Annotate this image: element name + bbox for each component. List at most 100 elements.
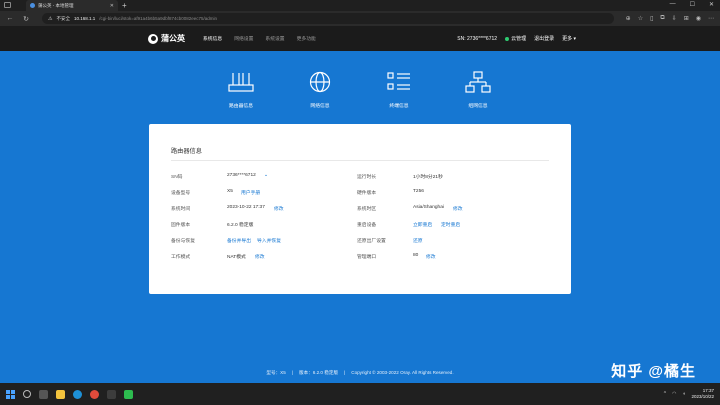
more-dropdown[interactable]: 更多 ▾ bbox=[562, 35, 576, 42]
wechat-icon[interactable] bbox=[124, 389, 133, 399]
profile-icon[interactable]: ◉ bbox=[696, 15, 701, 22]
nav-system-info[interactable]: 系统信息 bbox=[203, 35, 222, 42]
chrome-icon[interactable] bbox=[90, 389, 99, 399]
wifi-icon[interactable]: ◠ bbox=[672, 391, 676, 397]
category-bar: 路由器信息 网络信息 终端信息 组网信息 bbox=[0, 71, 720, 131]
info-label: 管理端口 bbox=[357, 255, 377, 260]
sn-expand-icon[interactable]: ⌄ bbox=[264, 173, 268, 178]
zoom-icon[interactable]: ⊕ bbox=[626, 15, 631, 22]
info-value: Asia/Shanghai bbox=[413, 205, 444, 210]
user-manual-link[interactable]: 用户手册 bbox=[241, 189, 260, 196]
browser-tabstrip: 蒲公英 - 本地管理 ✕ + — ☐ ✕ bbox=[0, 0, 720, 11]
list-icon bbox=[387, 72, 410, 90]
reboot-now-link[interactable]: 立即重启 bbox=[413, 221, 432, 228]
info-row: SN码 2736****6712 ⌄ 运行时长 1小时8分21秒 bbox=[171, 173, 549, 181]
globe-icon bbox=[309, 71, 331, 93]
taskbar: ^ ◠ ◖ 17:37 2023/10/22 bbox=[0, 383, 720, 405]
system-tray: ^ ◠ ◖ 17:37 2023/10/22 bbox=[664, 383, 714, 405]
split-icon[interactable]: ▯ bbox=[650, 15, 653, 22]
edge-icon[interactable] bbox=[73, 389, 82, 399]
category-label: 网络信息 bbox=[310, 104, 330, 109]
tab-title: 蒲公英 - 本地管理 bbox=[38, 2, 74, 8]
info-value: 2023-10-22 17:37 bbox=[227, 205, 265, 210]
edit-port-link[interactable]: 修改 bbox=[426, 253, 436, 260]
info-value: 2736****6712 bbox=[227, 173, 256, 178]
start-icon[interactable] bbox=[6, 389, 15, 399]
edit-timezone-link[interactable]: 修改 bbox=[453, 205, 463, 212]
warning-icon: ⚠ bbox=[48, 15, 53, 22]
tab-close-icon[interactable]: ✕ bbox=[110, 3, 114, 9]
url-bar[interactable]: ⚠ 不安全 10.168.1.1 /cgi-bin/luci/stok=af91… bbox=[42, 13, 614, 24]
info-label: 硬件版本 bbox=[357, 191, 377, 196]
info-label: SN码 bbox=[171, 175, 183, 180]
info-value: 1小时8分21秒 bbox=[413, 175, 443, 180]
clock-date: 2023/10/22 bbox=[691, 394, 714, 399]
category-label: 组网信息 bbox=[468, 104, 488, 109]
collections-icon[interactable]: ⧉ bbox=[660, 15, 664, 22]
info-row: 系统时间 2023-10-22 17:37 修改 系统时区 Asia/Shang… bbox=[171, 205, 549, 213]
import-restore-link[interactable]: 导入并恢复 bbox=[257, 237, 281, 244]
backup-export-link[interactable]: 备份并导出 bbox=[227, 237, 251, 244]
logo[interactable]: 蒲公英 bbox=[148, 33, 185, 44]
scheduled-reboot-link[interactable]: 定时重启 bbox=[441, 221, 460, 228]
category-networking-info[interactable]: 组网信息 bbox=[453, 71, 503, 109]
info-label: 固件版本 bbox=[171, 223, 191, 228]
watermark: 知乎 @橘生 bbox=[611, 363, 696, 380]
serial-number: SN: 2736****6712 bbox=[457, 35, 498, 42]
extensions-icon[interactable]: ⊞ bbox=[684, 15, 689, 22]
file-explorer-icon[interactable] bbox=[56, 389, 65, 399]
nav-system-settings[interactable]: 系统设置 bbox=[265, 35, 284, 42]
browser-tab[interactable]: 蒲公英 - 本地管理 ✕ bbox=[26, 0, 118, 11]
info-row: 设备型号 X5 用户手册 硬件版本 T256 bbox=[171, 189, 549, 197]
card-title: 路由器信息 bbox=[171, 146, 549, 161]
info-label: 运行时长 bbox=[357, 175, 377, 180]
menu-icon[interactable]: ⋯ bbox=[708, 15, 714, 22]
cloud-manage-label: 云管理 bbox=[511, 36, 527, 42]
logout-link[interactable]: 退出登录 bbox=[534, 35, 554, 42]
back-icon[interactable]: ← bbox=[6, 15, 14, 22]
top-nav: 蒲公英 系统信息 网络设置 系统设置 更多功能 SN: 2736****6712… bbox=[0, 26, 720, 51]
taskbar-apps bbox=[6, 389, 133, 399]
tab-favicon-icon bbox=[30, 3, 35, 8]
tray-chevron-icon[interactable]: ^ bbox=[664, 391, 666, 397]
minimize-icon[interactable]: — bbox=[670, 1, 676, 8]
new-tab-button[interactable]: + bbox=[122, 1, 127, 10]
category-router-info[interactable]: 路由器信息 bbox=[216, 71, 266, 129]
info-label: 重启设备 bbox=[357, 223, 377, 228]
info-value: 6.2.0 稳定版 bbox=[227, 223, 254, 228]
volume-icon[interactable]: ◖ bbox=[682, 391, 685, 397]
downloads-icon[interactable]: ⇩ bbox=[672, 15, 677, 22]
close-window-icon[interactable]: ✕ bbox=[709, 1, 714, 8]
task-view-icon[interactable] bbox=[39, 389, 48, 399]
footer-copyright: Copyright © 2003-2022 Oray. All Rights R… bbox=[351, 370, 454, 375]
router-admin-page: 蒲公英 系统信息 网络设置 系统设置 更多功能 SN: 2736****6712… bbox=[0, 26, 720, 383]
info-value: 80 bbox=[413, 253, 419, 258]
footer-version: 版本：6.2.0 稳定版 bbox=[298, 370, 339, 375]
info-row: 工作模式 NAT模式 修改 管理端口 80 修改 bbox=[171, 253, 549, 261]
app-icon[interactable] bbox=[107, 389, 116, 399]
cloud-manage-link[interactable]: 云管理 bbox=[505, 35, 526, 42]
clock[interactable]: 17:37 2023/10/22 bbox=[691, 388, 714, 400]
footer-divider: | bbox=[344, 370, 346, 375]
window-controls: — ☐ ✕ bbox=[670, 1, 714, 8]
nav-network-settings[interactable]: 网络设置 bbox=[234, 35, 253, 42]
maximize-icon[interactable]: ☐ bbox=[690, 1, 695, 8]
url-host: 10.168.1.1 bbox=[73, 16, 96, 21]
footer-line: 型号：X5 | 版本：6.2.0 稳定版 | Copyright © 2003-… bbox=[266, 370, 453, 376]
category-network-info[interactable]: 网络信息 bbox=[295, 71, 345, 109]
info-label: 系统时间 bbox=[171, 207, 191, 212]
cloud-status-icon bbox=[505, 36, 510, 41]
search-icon[interactable] bbox=[23, 390, 31, 398]
info-label: 设备型号 bbox=[171, 191, 191, 196]
address-toolbar: ← ↻ ⚠ 不安全 10.168.1.1 /cgi-bin/luci/stok=… bbox=[0, 11, 720, 26]
favorite-icon[interactable]: ☆ bbox=[638, 15, 643, 22]
factory-reset-link[interactable]: 还原 bbox=[413, 237, 423, 244]
category-terminal-info[interactable]: 终端信息 bbox=[374, 71, 424, 109]
edit-mode-link[interactable]: 修改 bbox=[255, 253, 265, 260]
reload-icon[interactable]: ↻ bbox=[22, 15, 30, 23]
edit-time-link[interactable]: 修改 bbox=[274, 205, 284, 212]
info-row: 固件版本 6.2.0 稳定版 重启设备 立即重启 定时重启 bbox=[171, 221, 549, 229]
info-label: 还原出厂设置 bbox=[357, 239, 386, 244]
tab-actions-icon[interactable] bbox=[4, 2, 11, 8]
nav-more-features[interactable]: 更多功能 bbox=[297, 35, 316, 42]
